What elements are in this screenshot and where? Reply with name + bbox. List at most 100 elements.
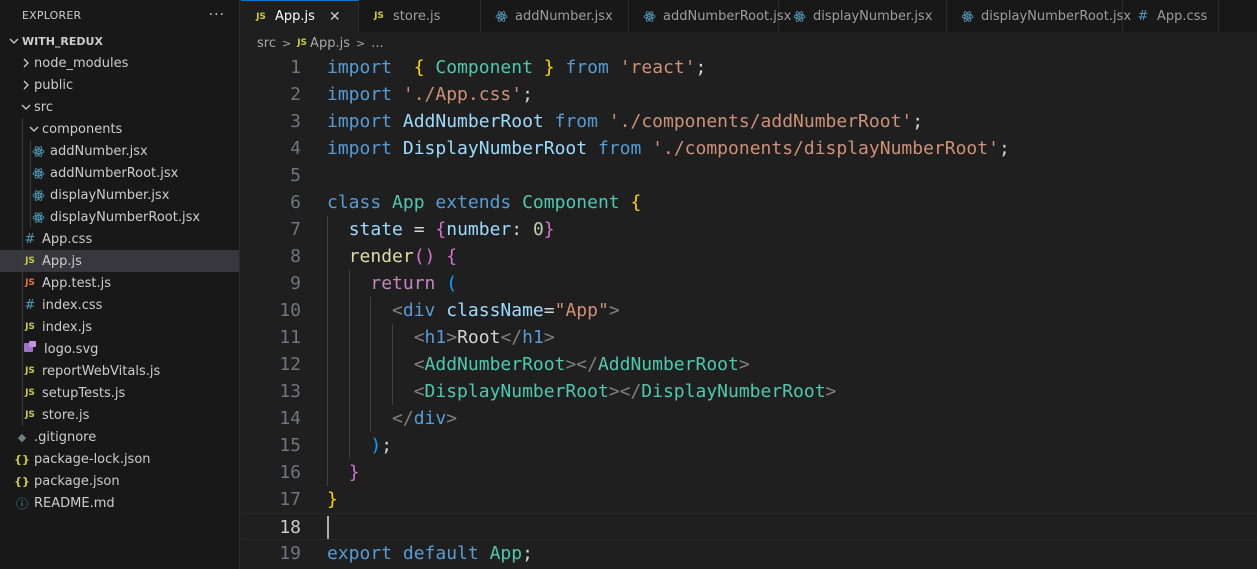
code-token: from xyxy=(554,111,598,132)
tab-addnumber-jsx[interactable]: addNumber.jsx xyxy=(481,0,629,32)
tree-item-label: addNumberRoot.jsx xyxy=(50,165,179,181)
code-line[interactable]: 5 xyxy=(241,162,1257,189)
code-line[interactable]: 2 import './App.css'; xyxy=(241,81,1257,108)
code-line[interactable]: 17} xyxy=(241,486,1257,513)
tree-item-index-js[interactable]: JS index.js xyxy=(0,316,239,338)
indent-guide xyxy=(30,140,31,162)
code-line[interactable]: 8 render() { xyxy=(241,243,1257,270)
code-line[interactable]: 1 import { Component } from 'react'; xyxy=(241,54,1257,81)
tab-displaynumber-jsx[interactable]: displayNumber.jsx xyxy=(779,0,947,32)
more-actions-icon[interactable]: ··· xyxy=(209,7,225,23)
code-token: } xyxy=(543,57,555,78)
tab-label: displayNumber.jsx xyxy=(813,8,933,24)
indent-guide xyxy=(22,250,23,272)
line-number: 14 xyxy=(279,408,301,429)
tree-item-components[interactable]: components xyxy=(0,118,239,140)
tree-item-reportwebvitals-js[interactable]: JS reportWebVitals.js xyxy=(0,360,239,382)
tab-label: addNumber.jsx xyxy=(515,8,613,24)
code-line[interactable]: 16 } xyxy=(241,459,1257,486)
tree-item-addnumber-jsx[interactable]: addNumber.jsx xyxy=(0,140,239,162)
tab-app-js[interactable]: JS App.js ✕ xyxy=(241,0,359,32)
workspace-root-folder[interactable]: WITH_REDUX xyxy=(0,30,239,52)
line-number: 15 xyxy=(279,435,301,456)
tab-addnumberroot-jsx[interactable]: addNumberRoot.jsx xyxy=(629,0,791,32)
tree-item-addnumberroot-jsx[interactable]: addNumberRoot.jsx xyxy=(0,162,239,184)
code-text: } xyxy=(327,459,360,486)
breadcrumb-symbols[interactable]: ... xyxy=(371,36,383,51)
code-token: h1 xyxy=(522,327,544,348)
code-token: import xyxy=(327,138,393,159)
js-icon: JS xyxy=(25,322,35,332)
code-line[interactable]: 10 <div className="App"> xyxy=(241,297,1257,324)
code-token: } xyxy=(543,219,555,240)
code-token: from xyxy=(597,138,642,159)
tree-item-node-modules[interactable]: node_modules xyxy=(0,52,239,74)
tree-item-store-js[interactable]: JS store.js xyxy=(0,404,239,426)
code-line[interactable]: 7 state = {number: 0} xyxy=(241,216,1257,243)
tree-item-logo-svg[interactable]: logo.svg xyxy=(0,338,239,360)
code-token: ; xyxy=(998,138,1010,159)
code-line[interactable]: 13 <DisplayNumberRoot></DisplayNumberRoo… xyxy=(241,378,1257,405)
tab-app-css[interactable]: # App.css xyxy=(1123,0,1219,32)
tree-item-app-test-js[interactable]: JS App.test.js xyxy=(0,272,239,294)
code-line[interactable]: 4 import DisplayNumberRoot from './compon… xyxy=(241,135,1257,162)
code-token: ; xyxy=(522,84,533,105)
code-token: </ xyxy=(392,408,414,429)
indent-guide xyxy=(22,118,23,140)
tree-item-setuptests-js[interactable]: JS setupTests.js xyxy=(0,382,239,404)
explorer-sidebar: EXPLORER ··· WITH_REDUX node_modules publ… xyxy=(0,0,240,569)
code-line[interactable]: 9 return ( xyxy=(241,270,1257,297)
code-line[interactable]: 3 import AddNumberRoot from './components… xyxy=(241,108,1257,135)
code-line[interactable]: 12 <AddNumberRoot></AddNumberRoot> xyxy=(241,351,1257,378)
close-tab-icon[interactable]: ✕ xyxy=(329,9,341,25)
tab-label: App.css xyxy=(1157,8,1208,24)
breadcrumb-folder[interactable]: src xyxy=(257,36,276,51)
code-line[interactable]: 18 xyxy=(241,513,1257,540)
code-text: </div> xyxy=(327,405,457,432)
line-number: 17 xyxy=(279,489,301,510)
tree-item-readme-md[interactable]: ⓘ README.md xyxy=(0,492,239,514)
code-token: import xyxy=(327,111,393,132)
breadcrumb-file[interactable]: App.js xyxy=(310,36,350,51)
react-icon xyxy=(30,189,46,202)
tree-item-package-lock-json[interactable]: {} package-lock.json xyxy=(0,448,239,470)
code-line[interactable]: 19 export default App; xyxy=(241,540,1257,567)
code-token: () xyxy=(413,246,436,267)
code-token: > xyxy=(446,327,458,348)
tree-item-src[interactable]: src xyxy=(0,96,239,118)
code-token: ( xyxy=(446,273,458,294)
code-line[interactable]: 15 ); xyxy=(241,432,1257,459)
tab-store-js[interactable]: JS store.js xyxy=(359,0,481,32)
tree-item-app-css[interactable]: # App.css xyxy=(0,228,239,250)
code-token: { xyxy=(435,219,447,240)
tree-item-label: setupTests.js xyxy=(42,385,126,401)
code-editor[interactable]: 1 import { Component } from 'react'; 2 impo… xyxy=(241,54,1257,569)
tree-item-displaynumberroot-jsx[interactable]: displayNumberRoot.jsx xyxy=(0,206,239,228)
tab-label: addNumberRoot.jsx xyxy=(663,8,792,24)
tree-item-label: logo.svg xyxy=(44,341,99,357)
code-line[interactable]: 14 </div> xyxy=(241,405,1257,432)
tree-item-label: package-lock.json xyxy=(34,451,151,467)
editor-tab-bar: JS App.js ✕ JS store.js addNumber.jsx addNumbe… xyxy=(241,0,1257,32)
tree-item-public[interactable]: public xyxy=(0,74,239,96)
tree-item-index-css[interactable]: # index.css xyxy=(0,294,239,316)
tree-item-displaynumber-jsx[interactable]: displayNumber.jsx xyxy=(0,184,239,206)
code-token: ; xyxy=(912,111,924,132)
tree-item-label: reportWebVitals.js xyxy=(42,363,161,379)
tree-item-label: src xyxy=(34,99,53,115)
tab-label: App.js xyxy=(275,9,315,24)
code-line[interactable]: 6 class App extends Component { xyxy=(241,189,1257,216)
tab-displaynumberroot-jsx[interactable]: displayNumberRoot.jsx xyxy=(947,0,1131,32)
tree-item-package-json[interactable]: {} package.json xyxy=(0,470,239,492)
tree-item-gitignore[interactable]: ◆ .gitignore xyxy=(0,426,239,448)
tree-item-app-js[interactable]: JS App.js xyxy=(0,250,239,272)
code-line[interactable]: 11 <h1>Root</h1> xyxy=(241,324,1257,351)
